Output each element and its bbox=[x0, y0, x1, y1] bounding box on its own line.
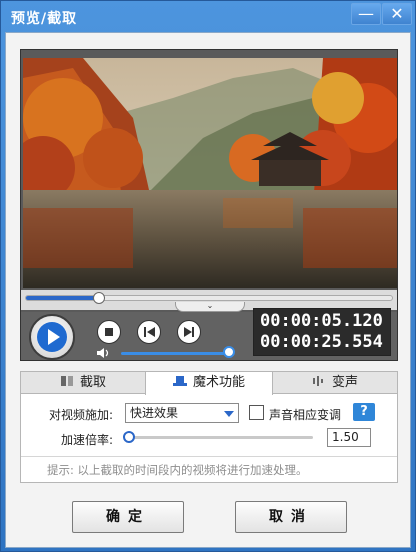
audio-wave-icon bbox=[312, 376, 323, 386]
effect-select[interactable]: 快进效果 bbox=[125, 403, 239, 423]
pitch-change-label[interactable]: 声音相应变调 bbox=[269, 406, 341, 423]
help-button[interactable]: ? bbox=[353, 403, 375, 421]
seek-bar-area: ⌄ bbox=[21, 290, 397, 312]
play-icon bbox=[37, 322, 67, 352]
minimize-button[interactable]: — bbox=[351, 3, 381, 25]
volume-slider[interactable] bbox=[121, 352, 229, 355]
video-frame-image bbox=[23, 58, 397, 288]
film-cut-icon bbox=[60, 376, 73, 386]
tab-trim-label: 截取 bbox=[79, 375, 106, 390]
apply-effect-label: 对视频施加: bbox=[49, 408, 114, 422]
video-preview[interactable] bbox=[23, 58, 397, 288]
seek-bar-fill bbox=[26, 296, 100, 300]
options-panel: 截取 魔术功能 变声 对视频施加: 快进效果 声音相应变调 ? 加速倍率: 1.… bbox=[20, 371, 398, 483]
dialog-window: 预览/截取 — ✕ ⌄ 00:00:05.120 00:00:25.554 截取… bbox=[0, 0, 416, 552]
magic-hat-icon bbox=[172, 376, 187, 386]
close-button[interactable]: ✕ bbox=[382, 3, 412, 25]
title-bar[interactable]: 预览/截取 — ✕ bbox=[1, 1, 415, 31]
pitch-change-checkbox[interactable] bbox=[249, 405, 264, 420]
speed-rate-label: 加速倍率: bbox=[61, 433, 114, 447]
volume-icon[interactable] bbox=[97, 348, 111, 358]
chevron-down-icon bbox=[224, 411, 234, 417]
playback-controls: 00:00:05.120 00:00:25.554 bbox=[21, 308, 397, 360]
hint-text: 提示: 以上截取的时间段内的视频将进行加速处理。 bbox=[21, 456, 397, 482]
dialog-body: ⌄ 00:00:05.120 00:00:25.554 截取 魔术功能 变声 对… bbox=[5, 32, 411, 548]
video-player: ⌄ 00:00:05.120 00:00:25.554 bbox=[20, 49, 398, 361]
speed-rate-input[interactable]: 1.50 bbox=[327, 428, 371, 447]
total-time: 00:00:25.554 bbox=[260, 332, 383, 352]
speed-slider-handle[interactable] bbox=[123, 431, 135, 443]
cancel-button[interactable]: 取消 bbox=[235, 501, 347, 533]
time-display: 00:00:05.120 00:00:25.554 bbox=[253, 308, 391, 356]
tab-trim[interactable]: 截取 bbox=[21, 372, 145, 394]
speed-slider[interactable] bbox=[127, 436, 313, 439]
play-button[interactable] bbox=[29, 314, 75, 360]
seek-bar-handle[interactable] bbox=[93, 292, 106, 304]
next-frame-button[interactable] bbox=[177, 320, 201, 344]
tab-magic-label: 魔术功能 bbox=[192, 375, 245, 390]
tab-voice-change[interactable]: 变声 bbox=[273, 372, 397, 394]
effect-select-value: 快进效果 bbox=[130, 406, 179, 420]
ok-button[interactable]: 确定 bbox=[72, 501, 184, 533]
tab-magic[interactable]: 魔术功能 bbox=[145, 372, 273, 395]
window-title: 预览/截取 bbox=[11, 11, 78, 27]
current-time: 00:00:05.120 bbox=[260, 311, 383, 331]
tab-voice-change-label: 变声 bbox=[331, 375, 358, 390]
collapse-chevron-icon[interactable]: ⌄ bbox=[175, 302, 245, 312]
tab-bar: 截取 魔术功能 变声 bbox=[21, 372, 397, 395]
volume-slider-handle[interactable] bbox=[223, 346, 235, 358]
stop-button[interactable] bbox=[97, 320, 121, 344]
previous-frame-button[interactable] bbox=[137, 320, 161, 344]
